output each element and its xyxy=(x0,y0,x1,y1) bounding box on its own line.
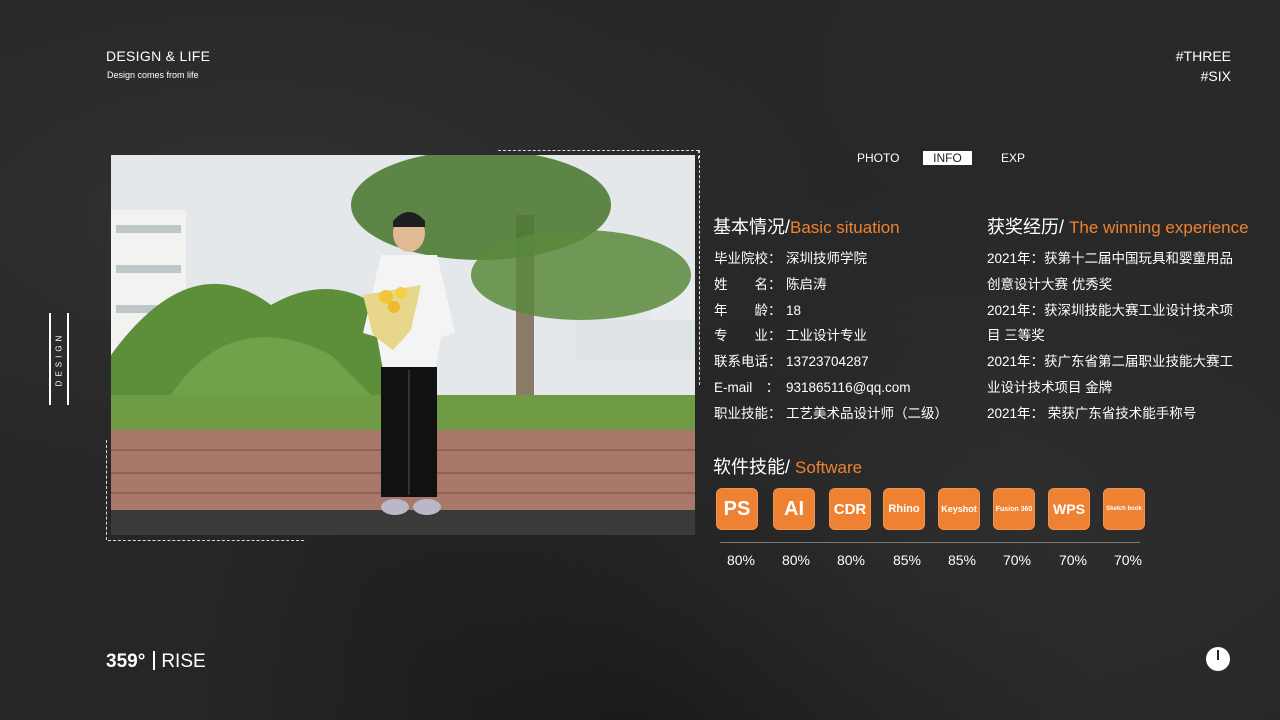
photo-frame-decoration xyxy=(106,440,108,540)
footer-label: 359° RISE xyxy=(106,651,206,673)
tag-three: #THREE xyxy=(1175,48,1231,64)
tag-six: #SIX xyxy=(1200,68,1231,84)
software-percent: 85% xyxy=(947,552,977,568)
footer-divider xyxy=(153,651,156,670)
footer-degree: 359° xyxy=(106,651,146,672)
info-row-age: 年 龄： 18 xyxy=(714,298,948,324)
software-percent: 70% xyxy=(1002,552,1032,568)
info-key: 联系电话： xyxy=(714,354,782,370)
info-value: 工艺美术品设计师（二级） xyxy=(786,405,948,421)
brand-title: DESIGN & LIFE xyxy=(106,48,211,64)
award-line: 2021年：获广东省第二届职业技能大赛工 xyxy=(987,354,1234,370)
side-design-label: DESIGN xyxy=(49,313,69,405)
basic-info-list: 毕业院校： 深圳技师学院 姓 名： 陈启涛 年 龄： 18 专 业： 工业设计专业 联系… xyxy=(714,246,948,427)
software-percent: 70% xyxy=(1058,552,1088,568)
software-divider xyxy=(720,542,1140,543)
fusion-360-icon: Fusion 360 xyxy=(993,488,1035,530)
tab-photo[interactable]: PHOTO xyxy=(857,151,899,165)
info-row-email: E-mail ： 931865116@qq.com xyxy=(714,375,948,401)
award-list: 2021年：获第十二届中国玩具和婴童用品 创意设计大赛 优秀奖 2021年：获深… xyxy=(987,246,1257,427)
info-key: 职业技能： xyxy=(714,405,782,421)
info-value: 工业设计专业 xyxy=(786,328,867,344)
info-key: 专 业： xyxy=(714,328,782,344)
software-percent: 80% xyxy=(726,552,756,568)
award-section-title: 获奖经历/ The winning experience xyxy=(987,213,1249,239)
info-row-school: 毕业院校： 深圳技师学院 xyxy=(714,246,948,272)
profile-photo xyxy=(111,155,695,535)
wps-icon: WPS xyxy=(1048,488,1090,530)
info-value: 931865116@qq.com xyxy=(786,379,911,395)
info-row-skill: 职业技能： 工艺美术品设计师（二级） xyxy=(714,401,948,427)
sketchbook-icon: Sketch book xyxy=(1103,488,1145,530)
info-row-phone: 联系电话： 13723704287 xyxy=(714,349,948,375)
brand-subtitle: Design comes from life xyxy=(107,70,199,80)
photo-frame-decoration xyxy=(698,150,700,385)
info-value: 深圳技师学院 xyxy=(786,251,867,266)
software-percent: 80% xyxy=(781,552,811,568)
tab-exp[interactable]: EXP xyxy=(1001,151,1025,165)
award-line: 2021年： 荣获广东省技术能手称号 xyxy=(987,405,1197,421)
info-row-name: 姓 名： 陈启涛 xyxy=(714,272,948,298)
basic-title-en: Basic situation xyxy=(790,218,900,237)
award-line: 2021年：获第十二届中国玩具和婴童用品 xyxy=(987,251,1234,266)
ai-icon: AI xyxy=(773,488,815,530)
basic-title-cn: 基本情况/ xyxy=(713,217,791,237)
cdr-icon: CDR xyxy=(829,488,871,530)
info-value: 18 xyxy=(786,302,802,318)
info-key: E-mail ： xyxy=(714,379,780,395)
rhino-icon: Rhino xyxy=(883,488,925,530)
award-line: 创意设计大赛 优秀奖 xyxy=(987,276,1113,292)
award-line: 业设计技术项目 金牌 xyxy=(987,379,1113,395)
photo-frame-decoration xyxy=(108,539,304,541)
footer-rise: RISE xyxy=(161,651,206,672)
info-key: 年 龄： xyxy=(714,302,782,318)
software-title-cn: 软件技能/ xyxy=(713,457,791,477)
basic-section-title: 基本情况/Basic situation xyxy=(713,213,900,239)
info-value: 陈启涛 xyxy=(786,276,827,292)
software-percent: 85% xyxy=(892,552,922,568)
info-key: 毕业院校： xyxy=(714,251,782,266)
power-icon[interactable] xyxy=(1206,647,1230,671)
software-section-title: 软件技能/ Software xyxy=(713,453,862,479)
award-line: 2021年：获深圳技能大赛工业设计技术项 xyxy=(987,302,1234,318)
software-title-en: Software xyxy=(795,458,863,477)
side-label-text: DESIGN xyxy=(54,331,64,387)
software-percent: 70% xyxy=(1113,552,1143,568)
info-value: 13723704287 xyxy=(786,354,869,370)
award-title-en: The winning experience xyxy=(1069,218,1249,237)
software-percent: 80% xyxy=(836,552,866,568)
info-key: 姓 名： xyxy=(714,276,782,292)
tab-info[interactable]: INFO xyxy=(923,151,972,165)
keyshot-icon: Keyshot xyxy=(938,488,980,530)
info-row-major: 专 业： 工业设计专业 xyxy=(714,323,948,349)
award-line: 目 三等奖 xyxy=(987,328,1045,344)
ps-icon: PS xyxy=(716,488,758,530)
award-title-cn: 获奖经历/ xyxy=(987,217,1065,237)
